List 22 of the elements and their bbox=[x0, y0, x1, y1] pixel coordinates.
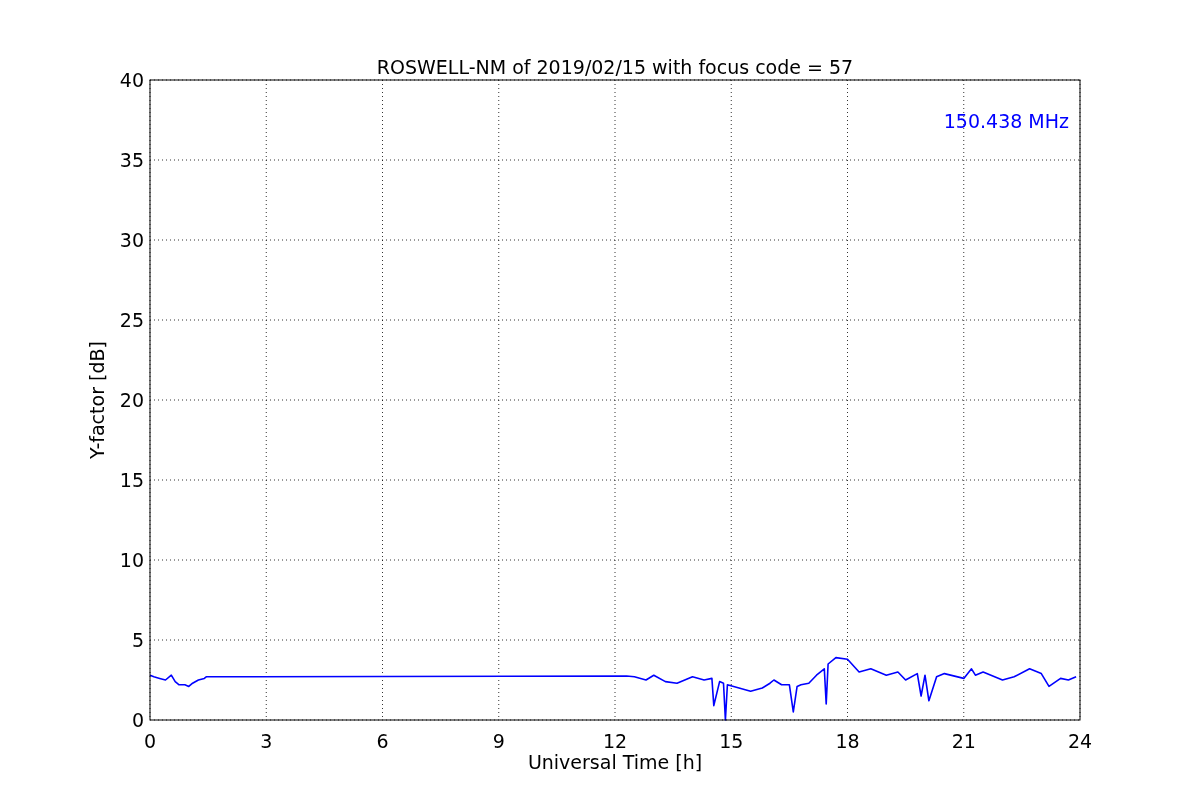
x-axis-label: Universal Time [h] bbox=[527, 751, 703, 773]
x-tick-label: 3 bbox=[260, 730, 273, 752]
x-tick-label: 6 bbox=[376, 730, 389, 752]
chart-title: ROSWELL-NM of 2019/02/15 with focus code = 57 bbox=[376, 56, 854, 78]
x-tick-label: 24 bbox=[1067, 730, 1093, 752]
y-tick-label: 20 bbox=[119, 389, 144, 411]
y-tick-label: 5 bbox=[131, 629, 144, 651]
x-tick-label: 15 bbox=[719, 730, 744, 752]
x-tick-label: 0 bbox=[143, 730, 157, 752]
y-tick-label: 35 bbox=[119, 149, 144, 171]
x-tick-label: 21 bbox=[951, 730, 976, 752]
x-tick-label: 18 bbox=[835, 730, 860, 752]
y-tick-label: 0 bbox=[131, 709, 144, 731]
x-tick-label: 12 bbox=[602, 730, 628, 752]
y-tick-label: 40 bbox=[119, 69, 144, 91]
y-tick-label: 25 bbox=[119, 309, 144, 331]
y-axis-label: Y-factor [dB] bbox=[86, 341, 108, 459]
y-tick-label: 15 bbox=[119, 469, 144, 491]
y-tick-label: 10 bbox=[119, 549, 144, 571]
series-label: 150.438 MHz bbox=[943, 110, 1069, 132]
y-tick-label: 30 bbox=[119, 229, 144, 251]
x-tick-label: 9 bbox=[492, 730, 505, 752]
